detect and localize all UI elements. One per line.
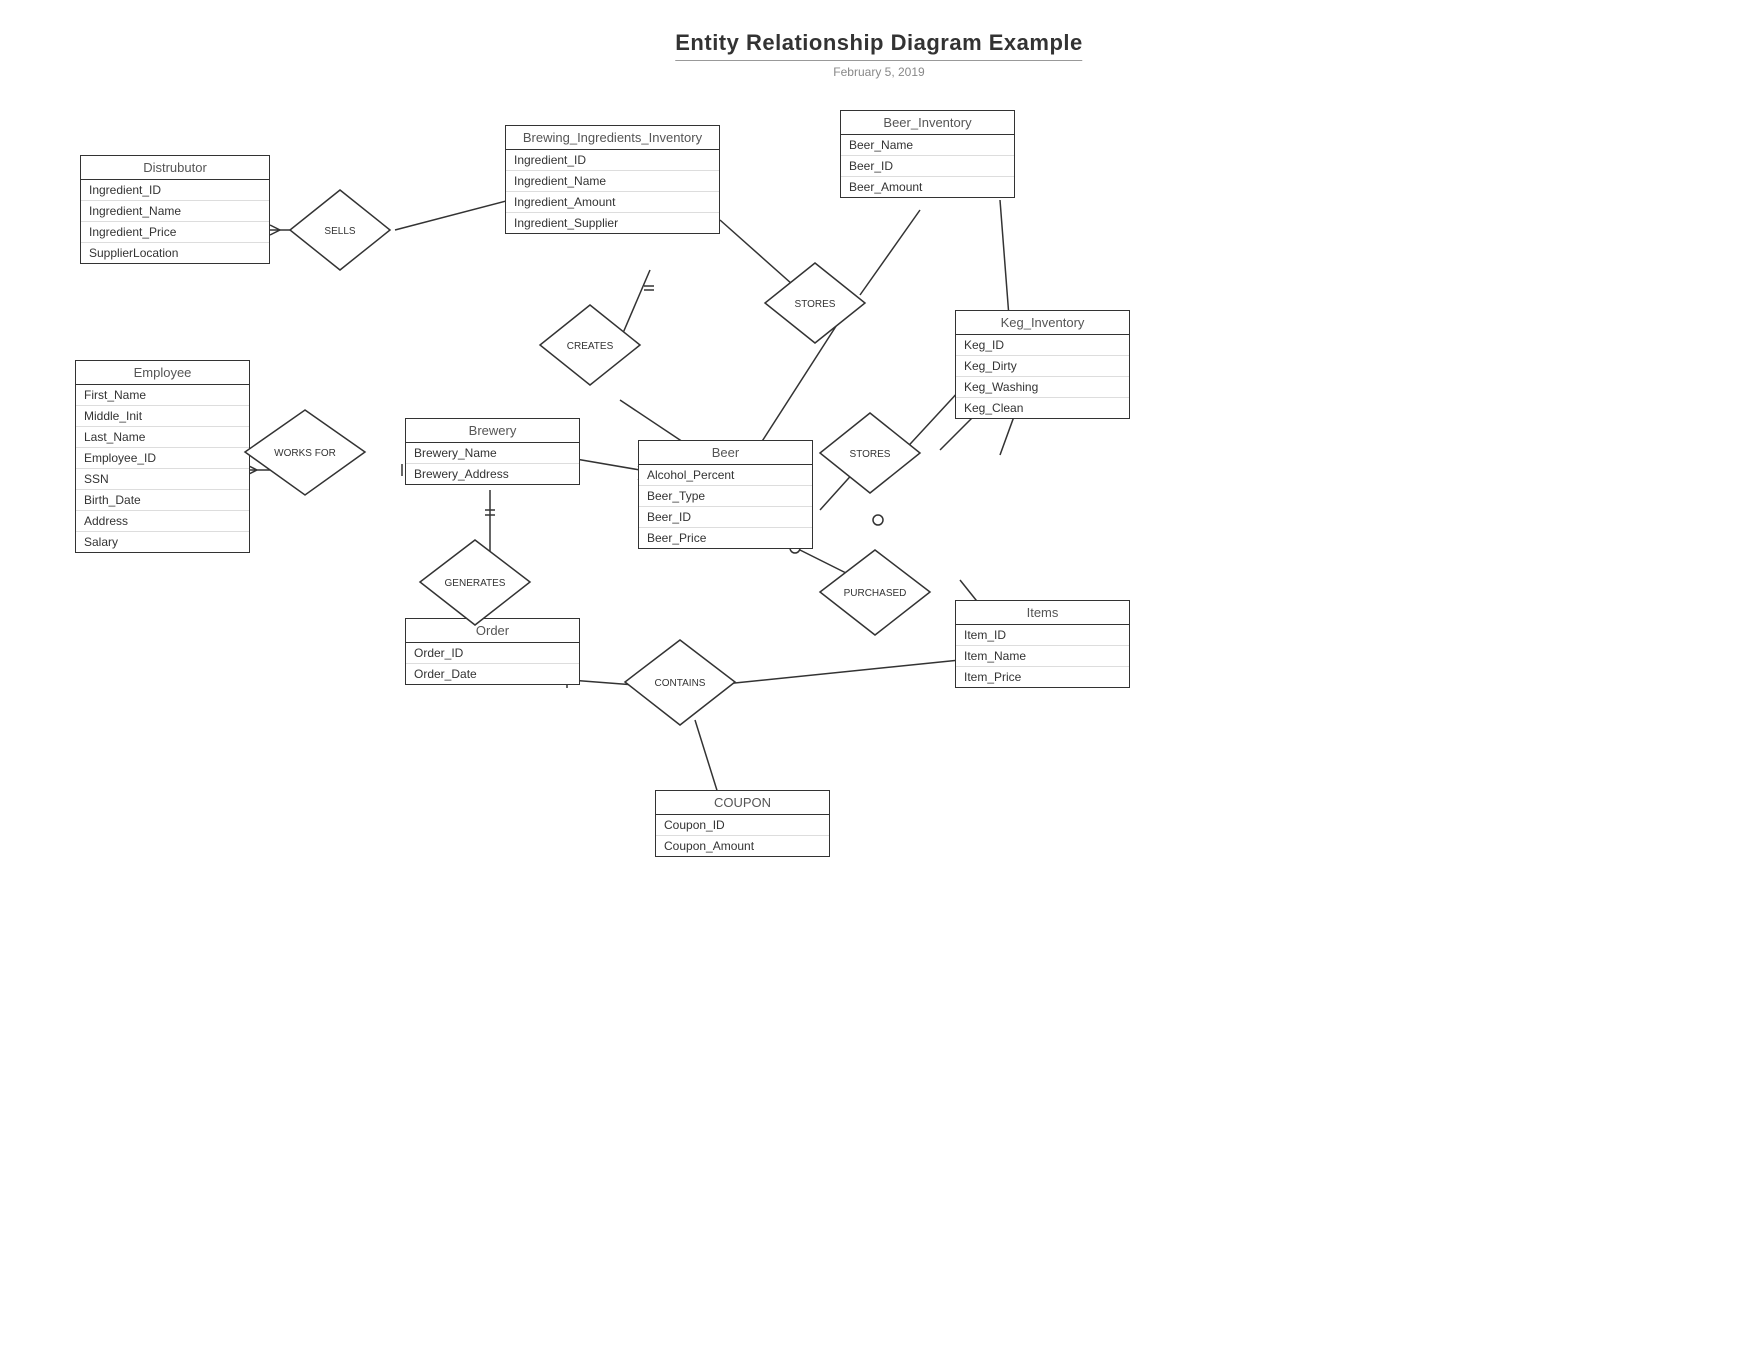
keg-attr-1: Keg_ID bbox=[956, 335, 1129, 356]
emp-attr-4: Employee_ID bbox=[76, 448, 249, 469]
entity-employee: Employee First_Name Middle_Init Last_Nam… bbox=[75, 360, 250, 553]
svg-text:CONTAINS: CONTAINS bbox=[655, 678, 706, 689]
relationship-sells: SELLS bbox=[285, 185, 395, 275]
brewery-header: Brewery bbox=[406, 419, 579, 443]
relationship-generates: GENERATES bbox=[415, 535, 535, 630]
relationship-creates: CREATES bbox=[535, 300, 645, 390]
subtitle: February 5, 2019 bbox=[675, 65, 1082, 79]
svg-text:STORES: STORES bbox=[850, 449, 891, 460]
title-section: Entity Relationship Diagram Example Febr… bbox=[675, 30, 1082, 79]
emp-attr-8: Salary bbox=[76, 532, 249, 552]
items-attr-2: Item_Name bbox=[956, 646, 1129, 667]
keg-inventory-header: Keg_Inventory bbox=[956, 311, 1129, 335]
coupon-attr-1: Coupon_ID bbox=[656, 815, 829, 836]
relationship-stores-keg: STORES bbox=[815, 408, 925, 498]
relationship-purchased: PURCHASED bbox=[815, 545, 935, 640]
distributor-attr-4: SupplierLocation bbox=[81, 243, 269, 263]
beer-attr-2: Beer_Type bbox=[639, 486, 812, 507]
beer-header: Beer bbox=[639, 441, 812, 465]
coupon-attr-2: Coupon_Amount bbox=[656, 836, 829, 856]
entity-items: Items Item_ID Item_Name Item_Price bbox=[955, 600, 1130, 688]
emp-attr-5: SSN bbox=[76, 469, 249, 490]
svg-text:STORES: STORES bbox=[795, 299, 836, 310]
relationship-works-for: WORKS FOR bbox=[240, 405, 370, 500]
brewing-attr-1: Ingredient_ID bbox=[506, 150, 719, 171]
emp-attr-1: First_Name bbox=[76, 385, 249, 406]
keg-attr-2: Keg_Dirty bbox=[956, 356, 1129, 377]
items-attr-3: Item_Price bbox=[956, 667, 1129, 687]
distributor-header: Distrubutor bbox=[81, 156, 269, 180]
relationship-stores-top: STORES bbox=[760, 258, 870, 348]
brewing-header: Brewing_Ingredients_Inventory bbox=[506, 126, 719, 150]
title-underline bbox=[675, 60, 1082, 61]
emp-attr-6: Birth_Date bbox=[76, 490, 249, 511]
beer-inv-attr-3: Beer_Amount bbox=[841, 177, 1014, 197]
entity-beer-inventory: Beer_Inventory Beer_Name Beer_ID Beer_Am… bbox=[840, 110, 1015, 198]
beer-attr-4: Beer_Price bbox=[639, 528, 812, 548]
emp-attr-3: Last_Name bbox=[76, 427, 249, 448]
main-title: Entity Relationship Diagram Example bbox=[675, 30, 1082, 56]
svg-text:GENERATES: GENERATES bbox=[445, 578, 506, 589]
svg-text:SELLS: SELLS bbox=[324, 226, 355, 237]
svg-text:WORKS FOR: WORKS FOR bbox=[274, 448, 336, 459]
coupon-header: COUPON bbox=[656, 791, 829, 815]
brewery-attr-2: Brewery_Address bbox=[406, 464, 579, 484]
entity-distributor: Distrubutor Ingredient_ID Ingredient_Nam… bbox=[80, 155, 270, 264]
order-attr-1: Order_ID bbox=[406, 643, 579, 664]
entity-brewing-ingredients: Brewing_Ingredients_Inventory Ingredient… bbox=[505, 125, 720, 234]
items-header: Items bbox=[956, 601, 1129, 625]
beer-attr-3: Beer_ID bbox=[639, 507, 812, 528]
beer-inventory-header: Beer_Inventory bbox=[841, 111, 1014, 135]
order-attr-2: Order_Date bbox=[406, 664, 579, 684]
brewery-attr-1: Brewery_Name bbox=[406, 443, 579, 464]
emp-attr-7: Address bbox=[76, 511, 249, 532]
brewing-attr-3: Ingredient_Amount bbox=[506, 192, 719, 213]
svg-text:PURCHASED: PURCHASED bbox=[844, 588, 907, 599]
keg-attr-4: Keg_Clean bbox=[956, 398, 1129, 418]
distributor-attr-1: Ingredient_ID bbox=[81, 180, 269, 201]
svg-text:CREATES: CREATES bbox=[567, 341, 614, 352]
emp-attr-2: Middle_Init bbox=[76, 406, 249, 427]
entity-coupon: COUPON Coupon_ID Coupon_Amount bbox=[655, 790, 830, 857]
beer-inv-attr-1: Beer_Name bbox=[841, 135, 1014, 156]
distributor-attr-2: Ingredient_Name bbox=[81, 201, 269, 222]
entity-brewery: Brewery Brewery_Name Brewery_Address bbox=[405, 418, 580, 485]
items-attr-1: Item_ID bbox=[956, 625, 1129, 646]
distributor-attr-3: Ingredient_Price bbox=[81, 222, 269, 243]
entity-keg-inventory: Keg_Inventory Keg_ID Keg_Dirty Keg_Washi… bbox=[955, 310, 1130, 419]
beer-inv-attr-2: Beer_ID bbox=[841, 156, 1014, 177]
brewing-attr-4: Ingredient_Supplier bbox=[506, 213, 719, 233]
erd-diagram: Entity Relationship Diagram Example Febr… bbox=[0, 0, 1758, 1358]
brewing-attr-2: Ingredient_Name bbox=[506, 171, 719, 192]
beer-attr-1: Alcohol_Percent bbox=[639, 465, 812, 486]
entity-beer: Beer Alcohol_Percent Beer_Type Beer_ID B… bbox=[638, 440, 813, 549]
relationship-contains: CONTAINS bbox=[620, 635, 740, 730]
employee-header: Employee bbox=[76, 361, 249, 385]
keg-attr-3: Keg_Washing bbox=[956, 377, 1129, 398]
